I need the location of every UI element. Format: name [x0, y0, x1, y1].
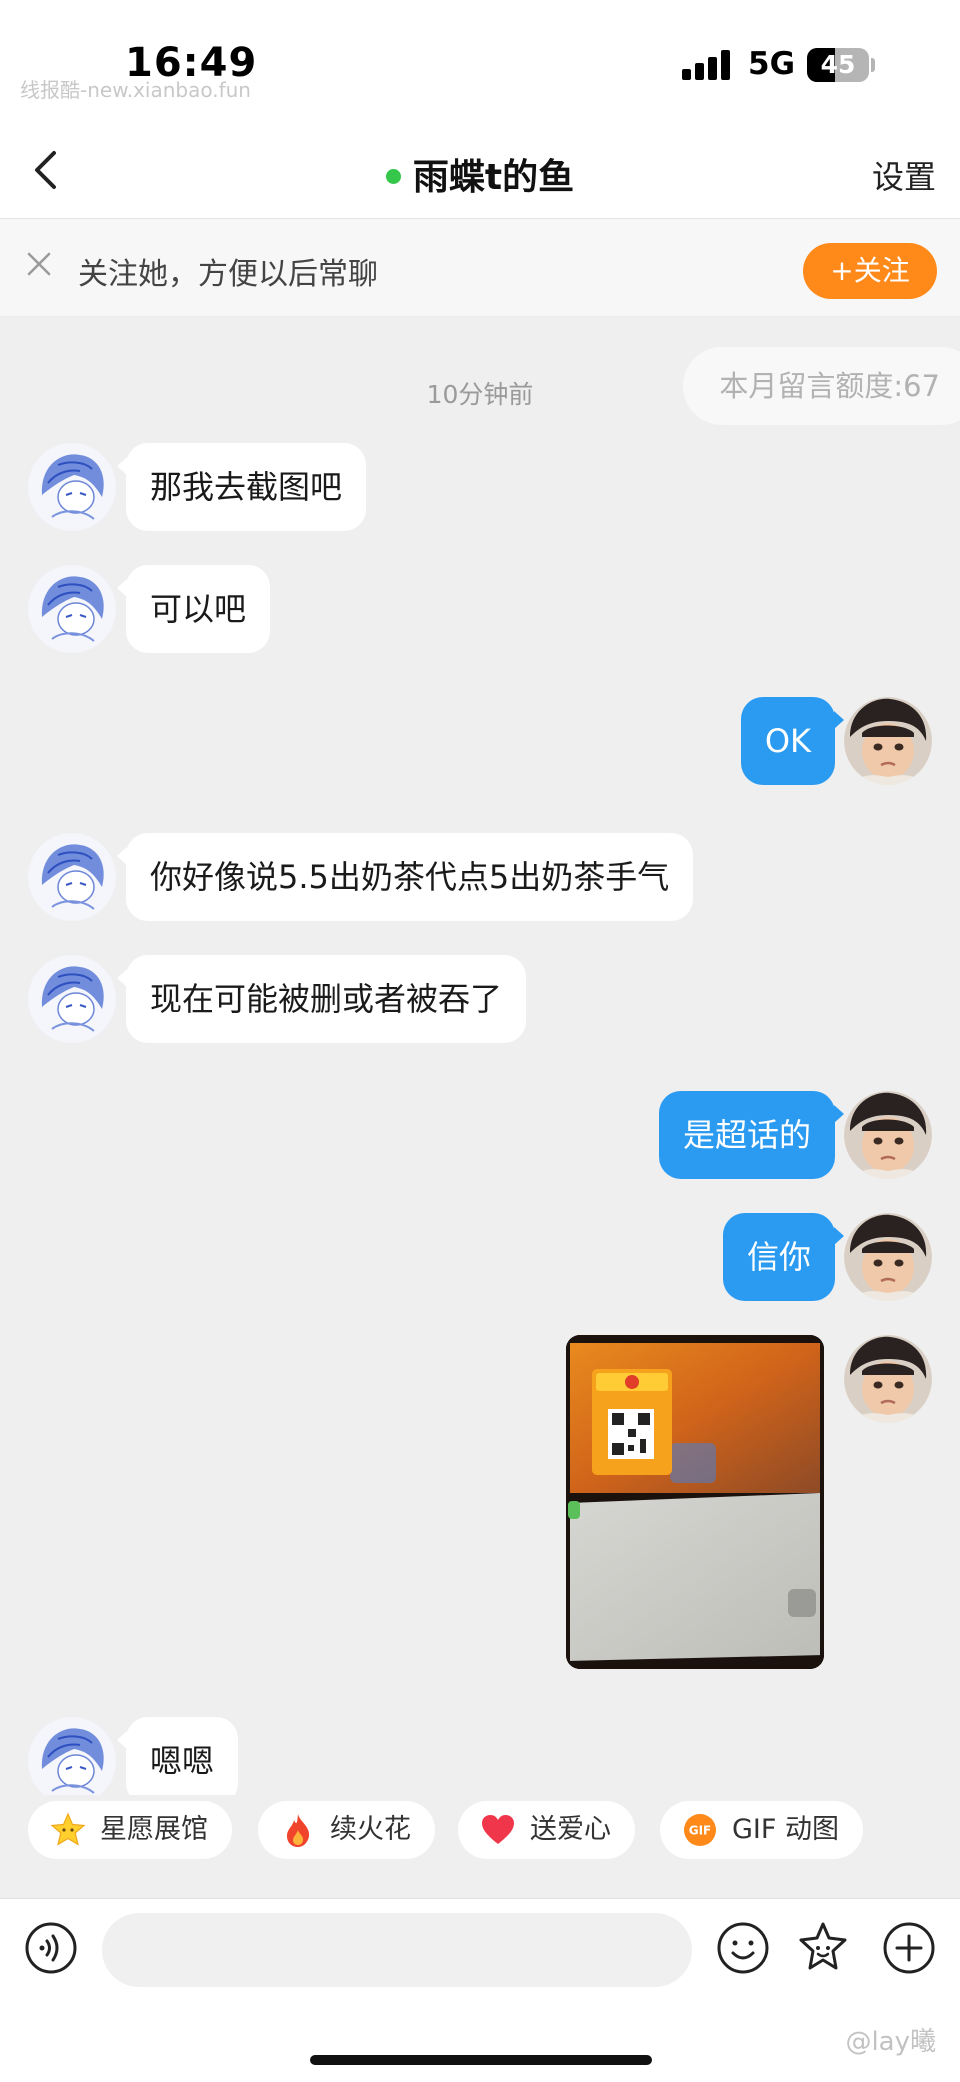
- quick-action-gif[interactable]: GIF GIF 动图: [660, 1801, 863, 1859]
- user-avatar[interactable]: [844, 1213, 932, 1301]
- cellular-signal-icon: [682, 50, 732, 80]
- chip-label: 送爱心: [530, 1814, 611, 1845]
- incoming-message-bubble[interactable]: 嗯嗯: [116, 1717, 239, 1795]
- flame-icon: [287, 1814, 310, 1847]
- gif-icon: GIF: [684, 1814, 716, 1846]
- follow-prompt-text: 关注她，方便以后常聊: [78, 257, 378, 292]
- svg-text:GIF: GIF: [689, 1824, 712, 1838]
- incoming-message-bubble[interactable]: 可以吧: [116, 565, 271, 653]
- outgoing-message-bubble[interactable]: 信你: [722, 1213, 845, 1301]
- quick-action-star-gallery[interactable]: 星愿展馆: [28, 1801, 232, 1859]
- follow-button[interactable]: +关注: [803, 243, 937, 299]
- voice-icon[interactable]: [24, 1921, 78, 1975]
- contact-avatar[interactable]: [28, 955, 116, 1043]
- contact-name: 雨蝶t的鱼: [412, 157, 575, 198]
- settings-button[interactable]: 设置: [872, 152, 936, 198]
- user-avatar[interactable]: [844, 1091, 932, 1179]
- chip-label: GIF 动图: [732, 1814, 839, 1845]
- message-timestamp: 10分钟前: [426, 380, 534, 409]
- quick-action-send-love[interactable]: 送爱心: [458, 1801, 635, 1859]
- contact-avatar[interactable]: [28, 565, 116, 653]
- user-avatar[interactable]: [844, 1335, 932, 1423]
- watermark-text: @lay曦: [845, 2027, 936, 2057]
- sticker-icon[interactable]: [796, 1921, 850, 1975]
- outgoing-message-bubble[interactable]: OK: [740, 697, 845, 785]
- contact-avatar[interactable]: [28, 443, 116, 531]
- home-indicator[interactable]: [310, 2055, 652, 2065]
- network-type: 5G: [748, 46, 796, 82]
- chat-message-list[interactable]: 本月留言额度:67 10分钟前 那我去截图吧 可以吧 OK 你好像说5.5出奶茶…: [0, 317, 960, 1795]
- chip-label: 星愿展馆: [100, 1814, 208, 1845]
- incoming-message-bubble[interactable]: 那我去截图吧: [116, 443, 367, 531]
- star-icon: [50, 1812, 86, 1846]
- contact-avatar[interactable]: [28, 833, 116, 921]
- incoming-message-bubble[interactable]: 现在可能被删或者被吞了: [116, 955, 527, 1043]
- emoji-icon[interactable]: [716, 1921, 770, 1975]
- user-avatar[interactable]: [844, 697, 932, 785]
- message-input[interactable]: [102, 1913, 692, 1987]
- contact-avatar[interactable]: [28, 1717, 116, 1795]
- chip-label: 续火花: [330, 1814, 411, 1845]
- heart-icon: [482, 1815, 514, 1844]
- quick-action-bar: 星愿展馆 续火花 送爱心 GIF GIF 动图: [0, 1795, 960, 1898]
- message-input-bar: @lay曦: [0, 1898, 960, 2082]
- battery-level: 45: [820, 50, 856, 79]
- outgoing-message-bubble[interactable]: 是超话的: [658, 1091, 845, 1179]
- add-icon[interactable]: [882, 1921, 936, 1975]
- chat-header: 雨蝶t的鱼 设置: [0, 120, 960, 219]
- follow-banner: 关注她，方便以后常聊 +关注: [0, 219, 960, 317]
- online-status-dot: [385, 168, 401, 184]
- close-icon[interactable]: [24, 249, 54, 279]
- incoming-message-bubble[interactable]: 你好像说5.5出奶茶代点5出奶茶手气: [116, 833, 694, 921]
- battery-icon: 45: [807, 48, 869, 82]
- chat-title[interactable]: 雨蝶t的鱼: [0, 148, 960, 200]
- quick-action-keep-spark[interactable]: 续火花: [258, 1801, 435, 1859]
- status-bar: 16:49 线报酷-new.xianbao.fun 5G 45: [0, 0, 960, 120]
- image-message[interactable]: [566, 1335, 824, 1669]
- battery-tip: [871, 58, 875, 72]
- watermark-text: 线报酷-new.xianbao.fun: [20, 78, 251, 102]
